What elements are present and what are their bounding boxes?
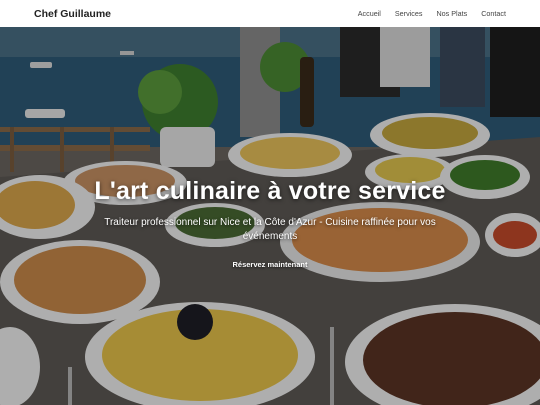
- top-navbar: Chef Guillaume Accueil Services Nos Plat…: [0, 0, 540, 27]
- hero-section: L'art culinaire à votre service Traiteur…: [0, 27, 540, 405]
- nav-link-services[interactable]: Services: [395, 9, 423, 18]
- nav-link-contact[interactable]: Contact: [481, 9, 506, 18]
- hero-subtitle: Traiteur professionnel sur Nice et la Cô…: [104, 217, 436, 242]
- reserve-button[interactable]: Réservez maintenant: [232, 260, 307, 269]
- nav-link-nos-plats[interactable]: Nos Plats: [436, 9, 467, 18]
- main-nav: Accueil Services Nos Plats Contact: [344, 9, 506, 18]
- hero-title: L'art culinaire à votre service: [94, 177, 446, 205]
- hero-content: L'art culinaire à votre service Traiteur…: [0, 177, 540, 272]
- brand-logo[interactable]: Chef Guillaume: [34, 8, 111, 20]
- nav-link-accueil[interactable]: Accueil: [358, 9, 381, 18]
